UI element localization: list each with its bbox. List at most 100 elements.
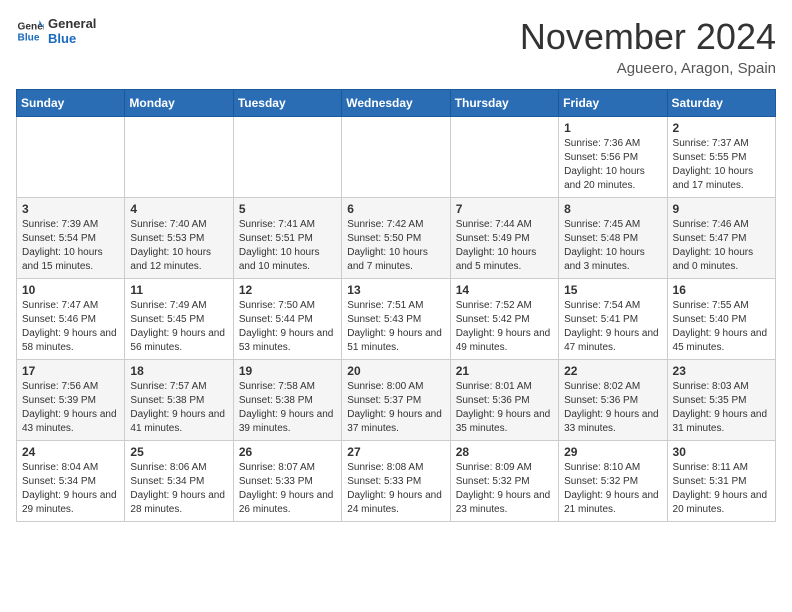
day-number: 7: [456, 202, 553, 216]
day-header-tuesday: Tuesday: [233, 90, 341, 117]
calendar-cell: 14Sunrise: 7:52 AM Sunset: 5:42 PM Dayli…: [450, 279, 558, 360]
day-info: Sunrise: 7:50 AM Sunset: 5:44 PM Dayligh…: [239, 299, 336, 355]
calendar-cell: [342, 117, 450, 198]
day-number: 28: [456, 445, 553, 459]
day-info: Sunrise: 7:55 AM Sunset: 5:40 PM Dayligh…: [673, 299, 770, 355]
day-info: Sunrise: 7:41 AM Sunset: 5:51 PM Dayligh…: [239, 218, 336, 274]
calendar-cell: 5 Sunrise: 7:41 AM Sunset: 5:51 PM Daylig…: [233, 198, 341, 279]
calendar-cell: 3 Sunrise: 7:39 AM Sunset: 5:54 PM Daylig…: [17, 198, 125, 279]
calendar-cell: [125, 117, 233, 198]
day-info: Sunrise: 8:04 AM Sunset: 5:34 PM Dayligh…: [22, 461, 119, 517]
day-info: Sunrise: 8:07 AM Sunset: 5:33 PM Dayligh…: [239, 461, 336, 517]
day-info: Sunrise: 7:36 AM Sunset: 5:56 PM Dayligh…: [564, 137, 661, 193]
day-number: 9: [673, 202, 770, 216]
day-header-sunday: Sunday: [17, 90, 125, 117]
title-block: November 2024 Agueero, Aragon, Spain: [520, 16, 776, 77]
day-info: Sunrise: 8:00 AM Sunset: 5:37 PM Dayligh…: [347, 380, 444, 436]
calendar-cell: 9 Sunrise: 7:46 AM Sunset: 5:47 PM Daylig…: [667, 198, 775, 279]
day-number: 17: [22, 364, 119, 378]
day-info: Sunrise: 7:46 AM Sunset: 5:47 PM Dayligh…: [673, 218, 770, 274]
day-header-saturday: Saturday: [667, 90, 775, 117]
day-number: 2: [673, 121, 770, 135]
calendar-cell: 6 Sunrise: 7:42 AM Sunset: 5:50 PM Daylig…: [342, 198, 450, 279]
day-info: Sunrise: 7:54 AM Sunset: 5:41 PM Dayligh…: [564, 299, 661, 355]
calendar-table: SundayMondayTuesdayWednesdayThursdayFrid…: [16, 89, 776, 522]
day-number: 16: [673, 283, 770, 297]
day-info: Sunrise: 8:08 AM Sunset: 5:33 PM Dayligh…: [347, 461, 444, 517]
calendar-cell: 4Sunrise: 7:40 AM Sunset: 5:53 PM Daylig…: [125, 198, 233, 279]
calendar-cell: 15 Sunrise: 7:54 AM Sunset: 5:41 PM Dayli…: [559, 279, 667, 360]
day-info: Sunrise: 8:11 AM Sunset: 5:31 PM Dayligh…: [673, 461, 770, 517]
calendar-cell: 10Sunrise: 7:47 AM Sunset: 5:46 PM Dayli…: [17, 279, 125, 360]
day-header-friday: Friday: [559, 90, 667, 117]
day-info: Sunrise: 7:49 AM Sunset: 5:45 PM Dayligh…: [130, 299, 227, 355]
calendar-cell: 20 Sunrise: 8:00 AM Sunset: 5:37 PM Dayli…: [342, 360, 450, 441]
day-number: 13: [347, 283, 444, 297]
location-text: Agueero, Aragon, Spain: [520, 60, 776, 77]
day-info: Sunrise: 7:42 AM Sunset: 5:50 PM Dayligh…: [347, 218, 444, 274]
calendar-cell: 30Sunrise: 8:11 AM Sunset: 5:31 PM Dayli…: [667, 441, 775, 522]
day-number: 11: [130, 283, 227, 297]
day-info: Sunrise: 7:39 AM Sunset: 5:54 PM Dayligh…: [22, 218, 119, 274]
day-header-wednesday: Wednesday: [342, 90, 450, 117]
calendar-cell: 2 Sunrise: 7:37 AM Sunset: 5:55 PM Daylig…: [667, 117, 775, 198]
page-header: General Blue General Blue November 2024 …: [16, 16, 776, 77]
calendar-cell: 7 Sunrise: 7:44 AM Sunset: 5:49 PM Daylig…: [450, 198, 558, 279]
calendar-cell: 11 Sunrise: 7:49 AM Sunset: 5:45 PM Dayli…: [125, 279, 233, 360]
day-number: 6: [347, 202, 444, 216]
day-number: 20: [347, 364, 444, 378]
day-info: Sunrise: 7:56 AM Sunset: 5:39 PM Dayligh…: [22, 380, 119, 436]
day-info: Sunrise: 7:57 AM Sunset: 5:38 PM Dayligh…: [130, 380, 227, 436]
day-number: 14: [456, 283, 553, 297]
day-number: 15: [564, 283, 661, 297]
day-number: 29: [564, 445, 661, 459]
calendar-week-5: 24 Sunrise: 8:04 AM Sunset: 5:34 PM Dayli…: [17, 441, 776, 522]
logo-icon: General Blue: [16, 17, 44, 45]
day-info: Sunrise: 7:40 AM Sunset: 5:53 PM Dayligh…: [130, 218, 227, 274]
calendar-cell: 28 Sunrise: 8:09 AM Sunset: 5:32 PM Dayli…: [450, 441, 558, 522]
calendar-cell: 13 Sunrise: 7:51 AM Sunset: 5:43 PM Dayli…: [342, 279, 450, 360]
day-info: Sunrise: 7:45 AM Sunset: 5:48 PM Dayligh…: [564, 218, 661, 274]
calendar-cell: [233, 117, 341, 198]
calendar-cell: 29Sunrise: 8:10 AM Sunset: 5:32 PM Dayli…: [559, 441, 667, 522]
calendar-cell: 23Sunrise: 8:03 AM Sunset: 5:35 PM Dayli…: [667, 360, 775, 441]
calendar-week-2: 3 Sunrise: 7:39 AM Sunset: 5:54 PM Daylig…: [17, 198, 776, 279]
calendar-cell: 26Sunrise: 8:07 AM Sunset: 5:33 PM Dayli…: [233, 441, 341, 522]
day-number: 22: [564, 364, 661, 378]
calendar-header-row: SundayMondayTuesdayWednesdayThursdayFrid…: [17, 90, 776, 117]
day-number: 1: [564, 121, 661, 135]
day-number: 27: [347, 445, 444, 459]
calendar-cell: 1 Sunrise: 7:36 AM Sunset: 5:56 PM Daylig…: [559, 117, 667, 198]
day-header-monday: Monday: [125, 90, 233, 117]
calendar-cell: [17, 117, 125, 198]
day-number: 19: [239, 364, 336, 378]
logo: General Blue General Blue: [16, 16, 96, 46]
calendar-cell: 24 Sunrise: 8:04 AM Sunset: 5:34 PM Dayli…: [17, 441, 125, 522]
calendar-cell: 16 Sunrise: 7:55 AM Sunset: 5:40 PM Dayli…: [667, 279, 775, 360]
day-info: Sunrise: 7:58 AM Sunset: 5:38 PM Dayligh…: [239, 380, 336, 436]
calendar-cell: 19 Sunrise: 7:58 AM Sunset: 5:38 PM Dayli…: [233, 360, 341, 441]
day-number: 18: [130, 364, 227, 378]
calendar-cell: 8 Sunrise: 7:45 AM Sunset: 5:48 PM Daylig…: [559, 198, 667, 279]
day-info: Sunrise: 8:03 AM Sunset: 5:35 PM Dayligh…: [673, 380, 770, 436]
day-number: 25: [130, 445, 227, 459]
logo-general-text: General: [48, 16, 96, 31]
day-number: 5: [239, 202, 336, 216]
day-info: Sunrise: 7:51 AM Sunset: 5:43 PM Dayligh…: [347, 299, 444, 355]
calendar-week-3: 10Sunrise: 7:47 AM Sunset: 5:46 PM Dayli…: [17, 279, 776, 360]
day-number: 21: [456, 364, 553, 378]
calendar-cell: 18 Sunrise: 7:57 AM Sunset: 5:38 PM Dayli…: [125, 360, 233, 441]
day-header-thursday: Thursday: [450, 90, 558, 117]
day-number: 8: [564, 202, 661, 216]
day-info: Sunrise: 7:37 AM Sunset: 5:55 PM Dayligh…: [673, 137, 770, 193]
day-info: Sunrise: 8:09 AM Sunset: 5:32 PM Dayligh…: [456, 461, 553, 517]
logo-blue-text: Blue: [48, 31, 96, 46]
day-number: 24: [22, 445, 119, 459]
day-info: Sunrise: 8:02 AM Sunset: 5:36 PM Dayligh…: [564, 380, 661, 436]
day-info: Sunrise: 8:06 AM Sunset: 5:34 PM Dayligh…: [130, 461, 227, 517]
calendar-week-4: 17 Sunrise: 7:56 AM Sunset: 5:39 PM Dayli…: [17, 360, 776, 441]
svg-text:Blue: Blue: [18, 32, 40, 43]
calendar-cell: 27 Sunrise: 8:08 AM Sunset: 5:33 PM Dayli…: [342, 441, 450, 522]
day-info: Sunrise: 7:44 AM Sunset: 5:49 PM Dayligh…: [456, 218, 553, 274]
day-number: 3: [22, 202, 119, 216]
